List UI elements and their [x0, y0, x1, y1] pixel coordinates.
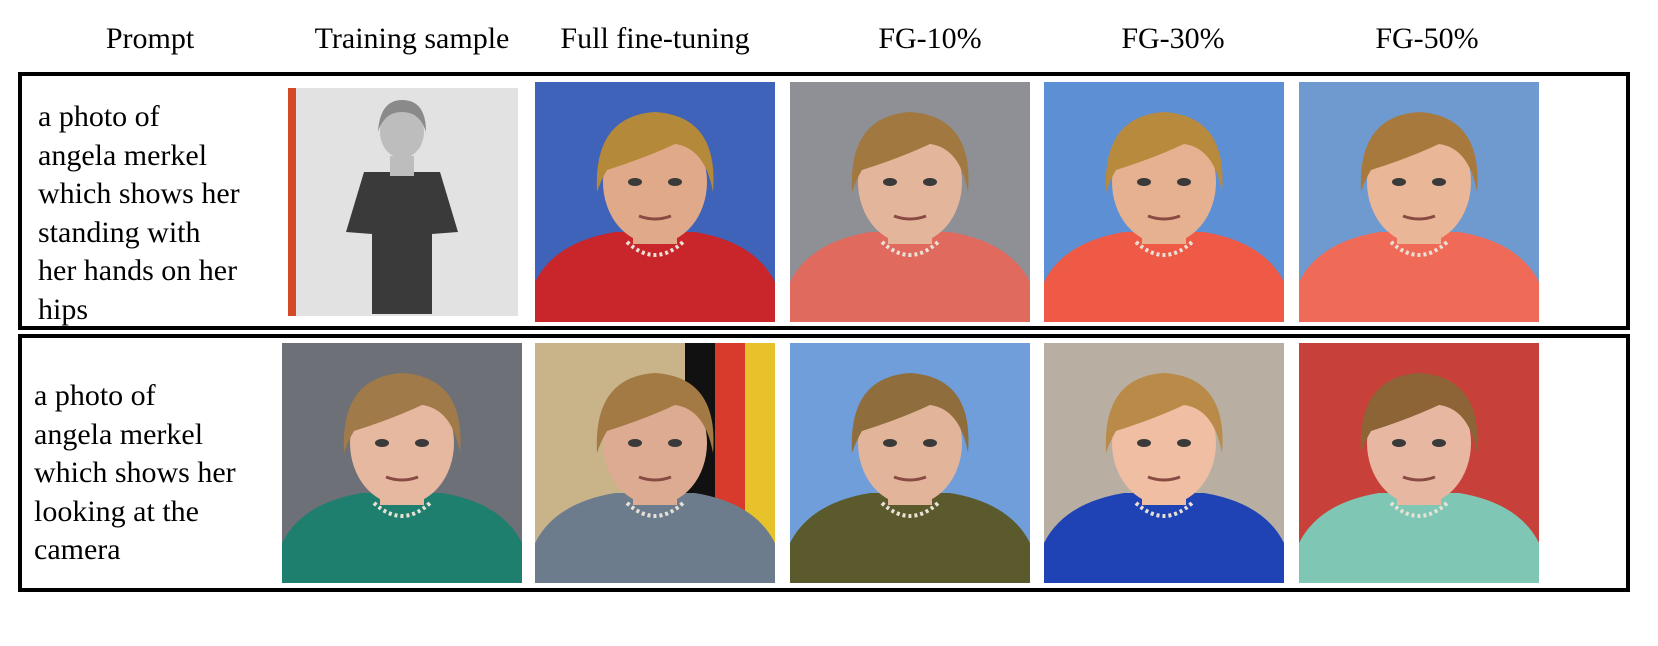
prompt-line: which shows her	[34, 456, 236, 489]
portrait-photo	[790, 82, 1030, 322]
portrait-photo	[282, 82, 522, 322]
row-2-fg-50-image	[1299, 343, 1539, 583]
right-eye	[923, 439, 937, 447]
right-eye	[415, 439, 429, 447]
prompt-line: standing with	[38, 215, 201, 249]
row-1-prompt: a photo of angela merkel which shows her…	[38, 98, 240, 329]
row-1-training-sample-image	[282, 82, 522, 322]
prompt-line: hips	[38, 292, 89, 326]
row-2-prompt: a photo of angela merkel which shows her…	[34, 377, 236, 570]
header-training-sample: Training sample	[314, 22, 510, 55]
left-eye	[628, 439, 642, 447]
left-eye	[1392, 178, 1406, 186]
prompt-line: looking at the	[34, 494, 199, 528]
prompt-line: a photo of	[38, 100, 160, 133]
portrait-photo	[282, 343, 522, 583]
header-fg-50: FG-50%	[1375, 22, 1479, 55]
portrait-photo	[790, 343, 1030, 583]
prompt-line: angela merkel	[38, 138, 208, 172]
neck	[390, 156, 414, 176]
prompt-line: her hands on her	[38, 254, 238, 287]
header-prompt: Prompt	[105, 22, 195, 55]
row-1-fg-30-image	[1044, 82, 1284, 322]
row-1-fg-50-image	[1299, 82, 1539, 322]
header-fg-10: FG-10%	[878, 22, 982, 55]
right-eye	[1432, 178, 1446, 186]
portrait-photo	[1044, 82, 1284, 322]
left-eye	[883, 178, 897, 186]
header-full-fine-tuning: Full fine-tuning	[560, 22, 750, 55]
book-spine	[288, 88, 296, 316]
right-eye	[1177, 439, 1191, 447]
prompt-line: camera	[34, 533, 121, 566]
portrait-photo	[535, 82, 775, 322]
header-fg-30: FG-30%	[1121, 22, 1225, 55]
portrait-photo	[1299, 82, 1539, 322]
right-eye	[668, 439, 682, 447]
left-eye	[1137, 439, 1151, 447]
prompt-line: which shows her	[38, 177, 240, 210]
right-eye	[923, 178, 937, 186]
prompt-line: a photo of	[34, 379, 156, 412]
row-2-training-sample-image	[282, 343, 522, 583]
left-eye	[883, 439, 897, 447]
row-2-fg-10-image	[790, 343, 1030, 583]
row-2-fg-30-image	[1044, 343, 1284, 583]
row-2-full-fine-tuning-image	[535, 343, 775, 583]
right-eye	[1177, 178, 1191, 186]
portrait-photo	[1299, 343, 1539, 583]
portrait-photo	[1044, 343, 1284, 583]
right-eye	[1432, 439, 1446, 447]
left-eye	[1392, 439, 1406, 447]
left-eye	[628, 178, 642, 186]
row-1-full-fine-tuning-image	[535, 82, 775, 322]
left-eye	[1137, 178, 1151, 186]
portrait-photo	[535, 343, 775, 583]
row-1-fg-10-image	[790, 82, 1030, 322]
right-eye	[668, 178, 682, 186]
left-eye	[375, 439, 389, 447]
prompt-line: angela merkel	[34, 417, 204, 451]
